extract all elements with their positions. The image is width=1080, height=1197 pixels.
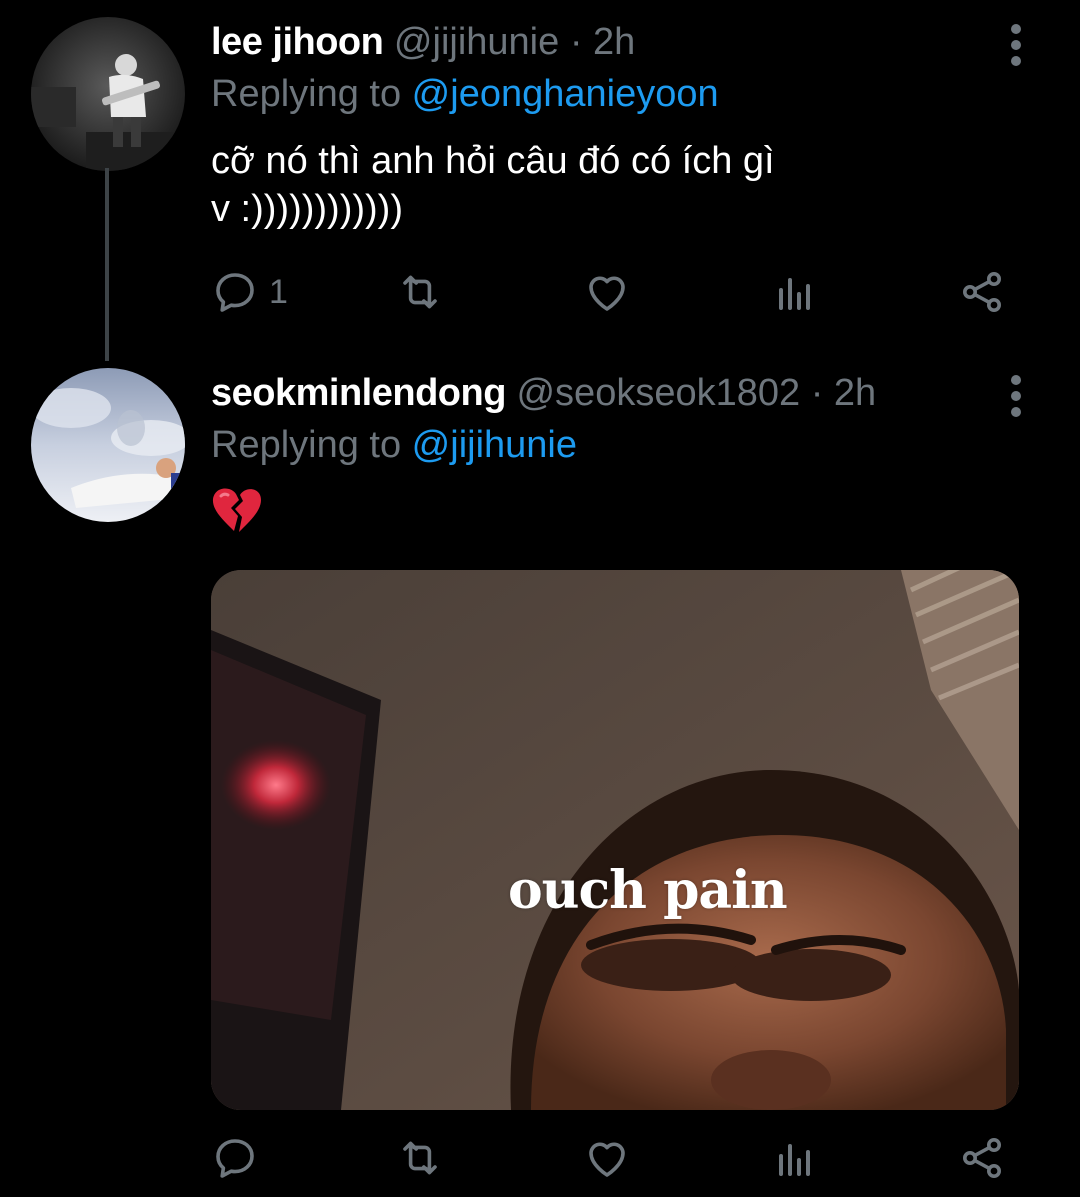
media-image[interactable]: ouch pain <box>211 570 1019 1110</box>
analytics-icon <box>779 1144 810 1176</box>
reply-icon <box>216 273 254 312</box>
handle[interactable]: @jijihunie <box>394 21 559 63</box>
tweet-1[interactable]: lee jihoon @jijihunie · 2h Replying to @… <box>0 0 1080 361</box>
replying-to-mention[interactable]: @jijihunie <box>412 424 577 466</box>
avatar-lee-jihoon[interactable] <box>31 17 185 171</box>
like-button[interactable] <box>583 262 631 322</box>
separator: · <box>810 372 824 414</box>
tweet-actions <box>0 1128 1080 1188</box>
replying-to: Replying to @jijihunie <box>211 422 577 468</box>
timestamp[interactable]: 2h <box>593 21 635 63</box>
retweet-button[interactable] <box>396 262 444 322</box>
replying-to: Replying to @jeonghanieyoon <box>211 71 719 117</box>
replying-to-prefix: Replying to <box>211 73 412 115</box>
broken-heart-icon <box>211 486 263 534</box>
tweet-text-line-1: cỡ nó thì anh hỏi câu đó có ích gì <box>211 140 775 182</box>
more-options-icon[interactable] <box>1004 375 1028 425</box>
like-icon <box>589 276 625 311</box>
reply-count: 1 <box>269 272 288 311</box>
timestamp[interactable]: 2h <box>834 372 876 414</box>
retweet-icon <box>403 1141 437 1175</box>
tweet-text-line-2: v :)))))))))))) <box>211 188 403 230</box>
share-icon <box>963 272 1001 312</box>
reply-icon <box>216 1139 254 1178</box>
analytics-button[interactable] <box>771 262 819 322</box>
more-options-icon[interactable] <box>1004 24 1028 74</box>
replying-to-prefix: Replying to <box>211 424 412 466</box>
share-button[interactable] <box>958 262 1006 322</box>
tweet-text: cỡ nó thì anh hỏi câu đó có ích gì v :))… <box>211 137 971 233</box>
separator: · <box>569 21 583 63</box>
tweet-actions: 1 <box>0 262 1080 322</box>
tweet-header: seokminlendong @seokseok1802 · 2h <box>211 370 876 416</box>
analytics-icon <box>779 278 810 310</box>
share-button[interactable] <box>958 1128 1006 1188</box>
avatar-seokminlendong[interactable] <box>31 368 185 522</box>
retweet-icon <box>403 275 437 309</box>
replying-to-mention[interactable]: @jeonghanieyoon <box>412 73 719 115</box>
handle[interactable]: @seokseok1802 <box>516 372 800 414</box>
display-name[interactable]: lee jihoon <box>211 21 384 63</box>
media-caption: ouch pain <box>508 860 788 921</box>
media-photo <box>211 570 1019 1110</box>
reply-button[interactable] <box>211 1128 269 1188</box>
display-name[interactable]: seokminlendong <box>211 372 506 414</box>
share-icon <box>963 1138 1001 1178</box>
analytics-button[interactable] <box>771 1128 819 1188</box>
retweet-button[interactable] <box>396 1128 444 1188</box>
reply-button[interactable]: 1 <box>211 262 288 322</box>
tweet-header: lee jihoon @jijihunie · 2h <box>211 19 635 65</box>
like-button[interactable] <box>583 1128 631 1188</box>
like-icon <box>589 1142 625 1177</box>
